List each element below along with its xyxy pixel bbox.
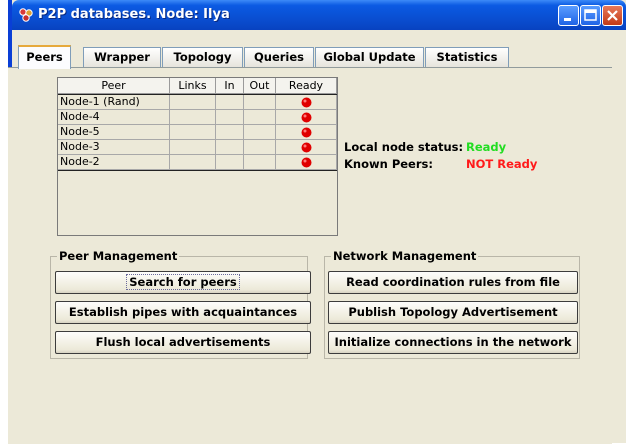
table-row[interactable]: Node-1 (Rand)	[58, 95, 337, 110]
out-cell	[244, 155, 276, 170]
out-cell	[244, 110, 276, 125]
red-dot-icon	[301, 157, 312, 168]
search-for-peers-button[interactable]: Search for peers	[55, 271, 311, 294]
title-bar[interactable]: P2P databases. Node: Ilya	[12, 0, 626, 30]
table-body: Node-1 (Rand) Node-4 Node-5 Node-3 Node-…	[58, 94, 337, 171]
maximize-icon	[584, 9, 597, 21]
peer-cell: Node-3	[58, 140, 170, 155]
ready-cell	[276, 140, 337, 155]
ready-cell	[276, 110, 337, 125]
ready-cell	[276, 125, 337, 140]
in-cell	[216, 125, 244, 140]
links-cell	[170, 110, 216, 125]
tab-peers[interactable]: Peers	[18, 45, 71, 69]
peer-cell: Node-1 (Rand)	[58, 95, 170, 110]
window-title: P2P databases. Node: Ilya	[38, 7, 230, 22]
ready-cell	[276, 155, 337, 170]
peer-cell: Node-5	[58, 125, 170, 140]
red-dot-icon	[301, 142, 312, 153]
column-header-links[interactable]: Links	[170, 78, 216, 94]
tab-wrapper[interactable]: Wrapper	[83, 47, 161, 67]
links-cell	[170, 125, 216, 140]
local-status-label: Local node status:	[344, 140, 464, 154]
column-header-out[interactable]: Out	[244, 78, 276, 94]
column-header-in[interactable]: In	[216, 78, 244, 94]
in-cell	[216, 140, 244, 155]
links-cell	[170, 155, 216, 170]
out-cell	[244, 95, 276, 110]
table-row[interactable]: Node-3	[58, 140, 337, 155]
in-cell	[216, 110, 244, 125]
links-cell	[170, 95, 216, 110]
table-header: Peer Links In Out Ready	[58, 78, 337, 94]
close-button[interactable]	[602, 5, 623, 26]
app-logo-icon	[19, 8, 33, 22]
peer-cell: Node-2	[58, 155, 170, 170]
table-row[interactable]: Node-2	[58, 155, 337, 170]
ready-cell	[276, 95, 337, 110]
establish-pipes-button[interactable]: Establish pipes with acquaintances	[55, 301, 311, 324]
close-icon	[607, 10, 618, 21]
red-dot-icon	[301, 112, 312, 123]
tab-topology[interactable]: Topology	[162, 47, 243, 67]
local-status-value: Ready	[466, 140, 507, 154]
peers-table[interactable]: Peer Links In Out Ready Node-1 (Rand) No…	[57, 77, 338, 236]
links-cell	[170, 140, 216, 155]
minimize-icon	[564, 18, 571, 21]
network-management-title: Network Management	[331, 249, 479, 263]
maximize-button[interactable]	[580, 5, 601, 26]
table-row[interactable]: Node-4	[58, 110, 337, 125]
in-cell	[216, 95, 244, 110]
column-header-ready[interactable]: Ready	[276, 78, 337, 94]
column-header-peer[interactable]: Peer	[58, 78, 170, 94]
publish-topology-button[interactable]: Publish Topology Advertisement	[328, 301, 578, 324]
minimize-button[interactable]	[558, 5, 579, 26]
known-peers-label: Known Peers:	[344, 157, 433, 171]
table-row[interactable]: Node-5	[58, 125, 337, 140]
flush-advertisements-button[interactable]: Flush local advertisements	[55, 331, 311, 354]
out-cell	[244, 140, 276, 155]
initialize-connections-button[interactable]: Initialize connections in the network	[328, 331, 578, 354]
tab-queries[interactable]: Queries	[244, 47, 314, 67]
red-dot-icon	[301, 97, 312, 108]
in-cell	[216, 155, 244, 170]
tab-statistics[interactable]: Statistics	[425, 47, 509, 67]
out-cell	[244, 125, 276, 140]
known-peers-value: NOT Ready	[466, 157, 538, 171]
search-for-peers-label: Search for peers	[126, 274, 240, 290]
read-coordination-rules-button[interactable]: Read coordination rules from file	[328, 271, 578, 294]
red-dot-icon	[301, 127, 312, 138]
peer-cell: Node-4	[58, 110, 170, 125]
tab-global-update[interactable]: Global Update	[315, 47, 424, 67]
peer-management-title: Peer Management	[57, 249, 180, 263]
